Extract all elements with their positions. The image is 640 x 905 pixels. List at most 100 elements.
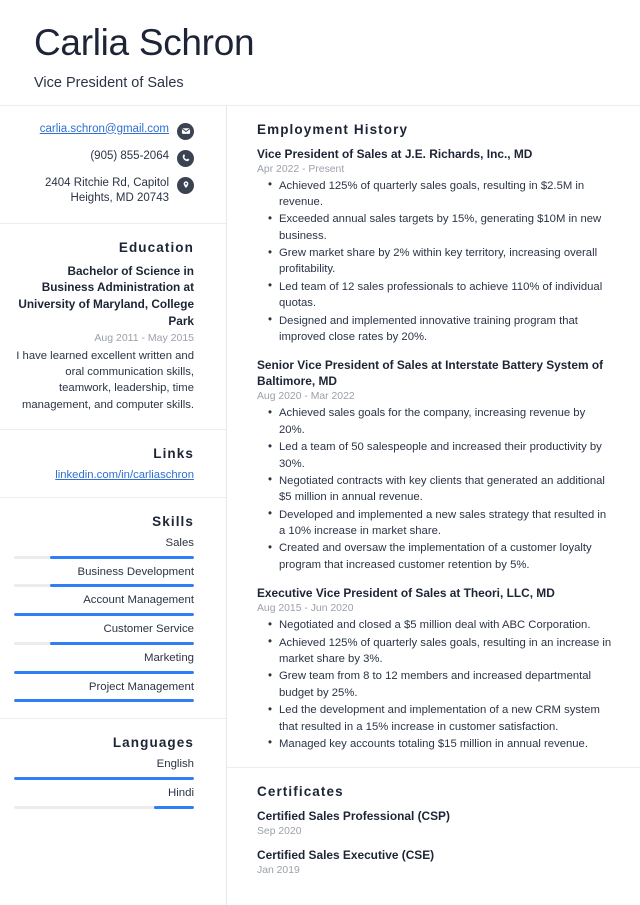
- education-description: I have learned excellent written and ora…: [16, 349, 194, 411]
- education-block: Education Bachelor of Science in Busines…: [0, 224, 226, 431]
- job-bullet: Led a team of 50 salespeople and increas…: [268, 439, 614, 472]
- certificate-name: Certified Sales Professional (CSP): [257, 809, 450, 824]
- sidebar: carlia.schron@gmail.com (905) 855-2064 2…: [0, 105, 227, 905]
- language-bar: [14, 805, 194, 809]
- job-role: Executive Vice President of Sales at The…: [257, 586, 555, 601]
- skill-label: Marketing: [143, 651, 194, 664]
- email-text[interactable]: carlia.schron@gmail.com: [40, 122, 169, 138]
- skill-bar: [14, 641, 194, 645]
- resume-page: Carlia Schron Vice President of Sales ca…: [0, 0, 640, 905]
- main-column: Employment History Vice President of Sal…: [227, 106, 640, 905]
- skill-bar: [14, 584, 194, 588]
- resume-header: Carlia Schron Vice President of Sales: [0, 0, 640, 106]
- skill-row: Customer Service: [14, 623, 194, 645]
- skill-row: Business Development: [14, 566, 194, 588]
- skill-bar-fill: [14, 613, 194, 617]
- candidate-job-title: Vice President of Sales: [34, 74, 184, 91]
- links-block: Links linkedin.com/in/carliaschron: [0, 430, 226, 499]
- job-bullets: Negotiated and closed a $5 million deal …: [257, 617, 614, 753]
- certificate-name: Certified Sales Executive (CSE): [257, 848, 435, 863]
- job-bullet: Achieved sales goals for the company, in…: [268, 405, 614, 438]
- certificates-list: Certified Sales Professional (CSP) Sep 20…: [257, 808, 614, 876]
- phone-text: (905) 855-2064: [90, 149, 169, 162]
- links-heading: Links: [153, 446, 194, 462]
- skill-label: Customer Service: [103, 623, 194, 636]
- job-entry: Senior Vice President of Sales at Inters…: [257, 357, 614, 573]
- skill-row: Project Management: [14, 681, 194, 703]
- skill-label: Project Management: [88, 680, 194, 693]
- education-heading: Education: [118, 239, 194, 255]
- languages-heading: Languages: [112, 735, 194, 751]
- certificates-heading: Certificates: [257, 784, 344, 800]
- languages-block: Languages English Hindi: [0, 719, 226, 824]
- job-bullet: Developed and implemented a new sales st…: [268, 506, 614, 540]
- language-row: English: [14, 758, 194, 780]
- job-bullet: Negotiated and closed a $5 million deal …: [268, 617, 614, 634]
- job-bullets: Achieved 125% of quarterly sales goals, …: [257, 177, 614, 346]
- job-date: Aug 2020 - Mar 2022: [257, 391, 355, 403]
- job-entry: Executive Vice President of Sales at The…: [257, 585, 614, 752]
- job-date: Aug 2015 - Jun 2020: [257, 603, 354, 615]
- job-role: Vice President of Sales at J.E. Richards…: [257, 146, 533, 161]
- skill-bar-fill: [14, 699, 194, 703]
- skills-heading: Skills: [152, 514, 194, 530]
- job-bullet: Led the development and implementation o…: [268, 702, 614, 735]
- skill-row: Marketing: [14, 652, 194, 674]
- link-item[interactable]: linkedin.com/in/carliaschron: [14, 469, 194, 481]
- languages-list: English Hindi: [14, 758, 194, 809]
- job-bullet: Exceeded annual sales targets by 15%, ge…: [268, 211, 614, 244]
- contact-block: carlia.schron@gmail.com (905) 855-2064 2…: [0, 106, 226, 224]
- language-bar: [14, 776, 194, 780]
- skill-bar-fill: [50, 641, 194, 645]
- skill-bar: [14, 670, 194, 674]
- skill-label: Sales: [165, 537, 195, 550]
- language-row: Hindi: [14, 787, 194, 809]
- certificate-entry: Certified Sales Executive (CSE) Jan 2019: [257, 847, 614, 876]
- job-date: Apr 2022 - Present: [257, 163, 345, 175]
- language-bar-fill: [154, 805, 194, 809]
- candidate-name: Carlia Schron: [34, 22, 255, 63]
- education-date: Aug 2011 - May 2015: [94, 331, 194, 344]
- skill-row: Account Management: [14, 594, 194, 617]
- job-bullet: Led team of 12 sales professionals to ac…: [268, 278, 614, 312]
- skill-bar: [14, 555, 194, 559]
- employment-block: Employment History Vice President of Sal…: [227, 106, 640, 769]
- job-bullet: Managed key accounts totaling $15 millio…: [268, 735, 614, 752]
- address-text: 2404 Ritchie Rd, Capitol Heights, MD 207…: [44, 176, 169, 205]
- skills-list: Sales Business Development Account Managem…: [14, 537, 194, 703]
- jobs-list: Vice President of Sales at J.E. Richards…: [257, 146, 614, 753]
- skill-bar-fill: [14, 670, 194, 674]
- language-label: Hindi: [168, 786, 194, 799]
- employment-heading: Employment History: [257, 121, 409, 137]
- skills-block: Skills Sales Business Development Account …: [0, 498, 226, 720]
- job-role: Senior Vice President of Sales at Inters…: [257, 358, 604, 389]
- certificate-date: Sep 2020: [257, 826, 302, 838]
- certificates-block: Certificates Certified Sales Professiona…: [227, 768, 640, 890]
- skill-bar-fill: [50, 555, 194, 559]
- contact-row-address: 2404 Ritchie Rd, Capitol Heights, MD 207…: [14, 176, 194, 207]
- skill-bar: [14, 613, 194, 617]
- job-bullet: Achieved 125% of quarterly sales goals, …: [268, 634, 614, 668]
- language-bar-fill: [14, 776, 194, 780]
- education-degree: Bachelor of Science in Business Administ…: [18, 263, 194, 328]
- job-bullets: Achieved sales goals for the company, in…: [257, 405, 614, 573]
- contact-row-email[interactable]: carlia.schron@gmail.com: [14, 122, 194, 140]
- certificate-entry: Certified Sales Professional (CSP) Sep 20…: [257, 808, 614, 837]
- job-bullet: Achieved 125% of quarterly sales goals, …: [268, 177, 614, 211]
- skill-bar: [14, 699, 194, 703]
- skill-bar-fill: [50, 584, 194, 588]
- certificate-date: Jan 2019: [257, 865, 300, 877]
- resume-body: carlia.schron@gmail.com (905) 855-2064 2…: [0, 105, 640, 905]
- language-label: English: [156, 758, 194, 771]
- job-bullet: Negotiated contracts with key clients th…: [268, 472, 614, 506]
- job-bullet: Grew market share by 2% within key terri…: [268, 245, 614, 278]
- skill-label: Account Management: [83, 594, 194, 607]
- skill-row: Sales: [14, 537, 194, 559]
- skill-label: Business Development: [77, 565, 195, 578]
- job-entry: Vice President of Sales at J.E. Richards…: [257, 146, 614, 346]
- phone-icon: [177, 149, 194, 167]
- job-bullet: Created and oversaw the implementation o…: [268, 540, 614, 573]
- job-bullet: Grew team from 8 to 12 members and incre…: [268, 668, 614, 701]
- envelope-icon: [177, 122, 194, 140]
- contact-row-phone[interactable]: (905) 855-2064: [14, 149, 194, 167]
